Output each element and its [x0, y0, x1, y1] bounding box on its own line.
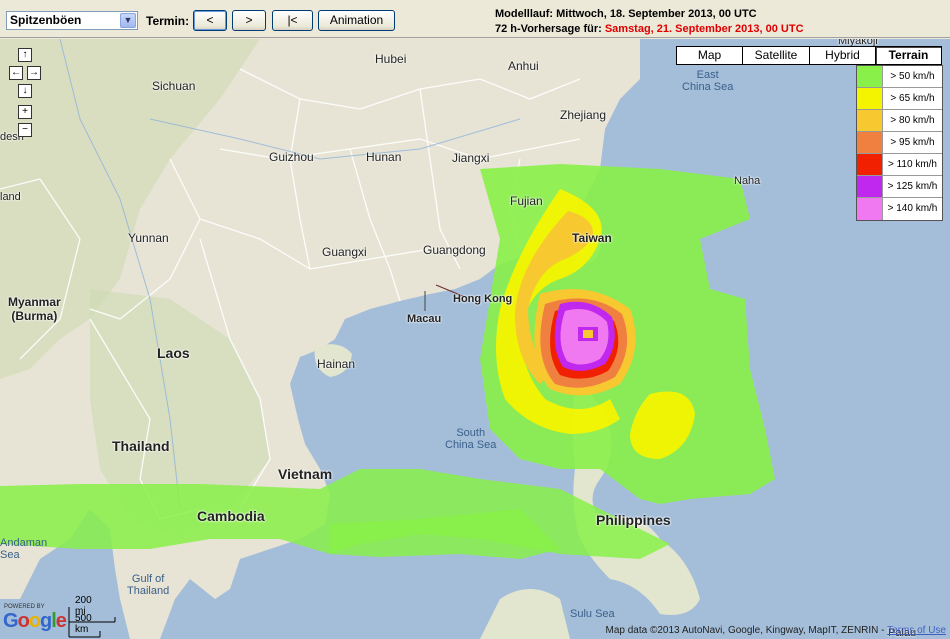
label-fujian: Fujian	[510, 194, 543, 208]
land-borneo	[480, 589, 570, 639]
label-guangdong: Guangdong	[423, 243, 486, 257]
label-philippines: Philippines	[596, 512, 671, 528]
pan-right-icon[interactable]: →	[27, 66, 41, 80]
google-logo: Google	[3, 610, 67, 632]
pan-up-icon[interactable]: ↑	[18, 48, 32, 62]
legend-row: > 125 km/h	[857, 176, 942, 198]
label-taiwan: Taiwan	[572, 231, 612, 245]
legend-swatch	[857, 110, 883, 131]
label-hainan: Hainan	[317, 357, 356, 371]
legend-row: > 95 km/h	[857, 132, 942, 154]
label-gulf-thailand: Gulf of Thailand	[127, 573, 170, 597]
label-zhejiang: Zhejiang	[560, 108, 607, 122]
terms-link[interactable]: Terms of Use	[887, 625, 946, 636]
next-button[interactable]: >	[232, 10, 266, 31]
wind-legend: > 50 km/h > 65 km/h > 80 km/h > 95 km/h > 11…	[856, 65, 943, 221]
label-hunan: Hunan	[366, 150, 402, 164]
legend-label: > 80 km/h	[890, 115, 935, 126]
map-type-map[interactable]: Map	[676, 46, 743, 65]
label-hubei: Hubei	[375, 52, 407, 66]
first-button[interactable]: |<	[272, 10, 313, 31]
label-sichuan: Sichuan	[152, 79, 196, 93]
legend-label: > 125 km/h	[887, 181, 938, 192]
legend-label: > 95 km/h	[890, 137, 935, 148]
label-east-china-sea: East China Sea	[682, 69, 734, 93]
attribution-text: Map data ©2013 AutoNavi, Google, Kingway…	[605, 625, 888, 636]
legend-label: > 65 km/h	[890, 93, 935, 104]
animation-button[interactable]: Animation	[318, 10, 395, 31]
label-land-partial: land	[0, 191, 21, 203]
pan-left-icon[interactable]: ←	[9, 66, 23, 80]
label-south-china-sea: South China Sea	[445, 427, 497, 451]
zoom-in-icon[interactable]: +	[18, 105, 32, 119]
pan-down-icon[interactable]: ↓	[18, 84, 32, 98]
label-andaman-sea: Andaman Sea	[0, 537, 48, 561]
legend-swatch	[857, 66, 883, 87]
termin-label: Termin:	[146, 14, 190, 28]
label-myanmar: Myanmar (Burma)	[8, 295, 61, 323]
forecast-prefix: 72 h-Vorhersage für:	[495, 23, 605, 35]
legend-swatch	[857, 198, 883, 220]
map-terrain	[0, 39, 775, 639]
legend-swatch	[857, 88, 883, 109]
zoom-out-icon[interactable]: −	[18, 123, 32, 137]
model-run-text: Modelllauf: Mittwoch, 18. September 2013…	[495, 8, 757, 20]
label-vietnam: Vietnam	[278, 466, 333, 482]
label-macau: Macau	[407, 313, 442, 325]
label-yunnan: Yunnan	[128, 231, 169, 245]
map-canvas[interactable]: Hubei Anhui Sichuan Zhejiang Guizhou Hun…	[0, 39, 950, 639]
legend-row: > 140 km/h	[857, 198, 942, 220]
forecast-date: Samstag, 21. September 2013, 00 UTC	[604, 23, 804, 35]
legend-swatch	[857, 154, 883, 175]
legend-row: > 110 km/h	[857, 154, 942, 176]
toolbar: Spitzenböen ▼ Termin: < > |< Animation M…	[0, 0, 950, 38]
legend-label: > 140 km/h	[887, 203, 938, 214]
label-cambodia: Cambodia	[197, 508, 265, 524]
legend-swatch	[857, 132, 883, 153]
map-type-hybrid[interactable]: Hybrid	[809, 46, 876, 65]
previous-button[interactable]: <	[193, 10, 227, 31]
label-guangxi: Guangxi	[322, 245, 367, 259]
chevron-down-icon[interactable]: ▼	[120, 13, 136, 28]
label-anhui: Anhui	[508, 59, 539, 73]
map-type-control: Map Satellite Hybrid Terrain	[676, 46, 942, 65]
label-guizhou: Guizhou	[269, 150, 314, 164]
legend-row: > 65 km/h	[857, 88, 942, 110]
legend-label: > 50 km/h	[890, 71, 935, 82]
product-select-value: Spitzenböen	[10, 13, 82, 27]
label-laos: Laos	[157, 345, 190, 361]
label-sulu-sea: Sulu Sea	[570, 608, 615, 620]
map-type-satellite[interactable]: Satellite	[742, 46, 810, 65]
label-naha: Naha	[734, 175, 761, 187]
scale-km: 500 km	[75, 613, 92, 635]
legend-label: > 110 km/h	[887, 159, 937, 170]
map-type-terrain[interactable]: Terrain	[875, 46, 942, 65]
legend-row: > 80 km/h	[857, 110, 942, 132]
legend-swatch	[857, 176, 883, 197]
label-jiangxi: Jiangxi	[452, 151, 490, 165]
label-thailand: Thailand	[112, 438, 170, 454]
map-attribution: Map data ©2013 AutoNavi, Google, Kingway…	[606, 625, 946, 636]
product-select[interactable]: Spitzenböen ▼	[6, 11, 138, 30]
forecast-text: 72 h-Vorhersage für: Samstag, 21. Septem…	[495, 23, 804, 35]
legend-row: > 50 km/h	[857, 66, 942, 88]
label-hongkong: Hong Kong	[453, 293, 513, 305]
